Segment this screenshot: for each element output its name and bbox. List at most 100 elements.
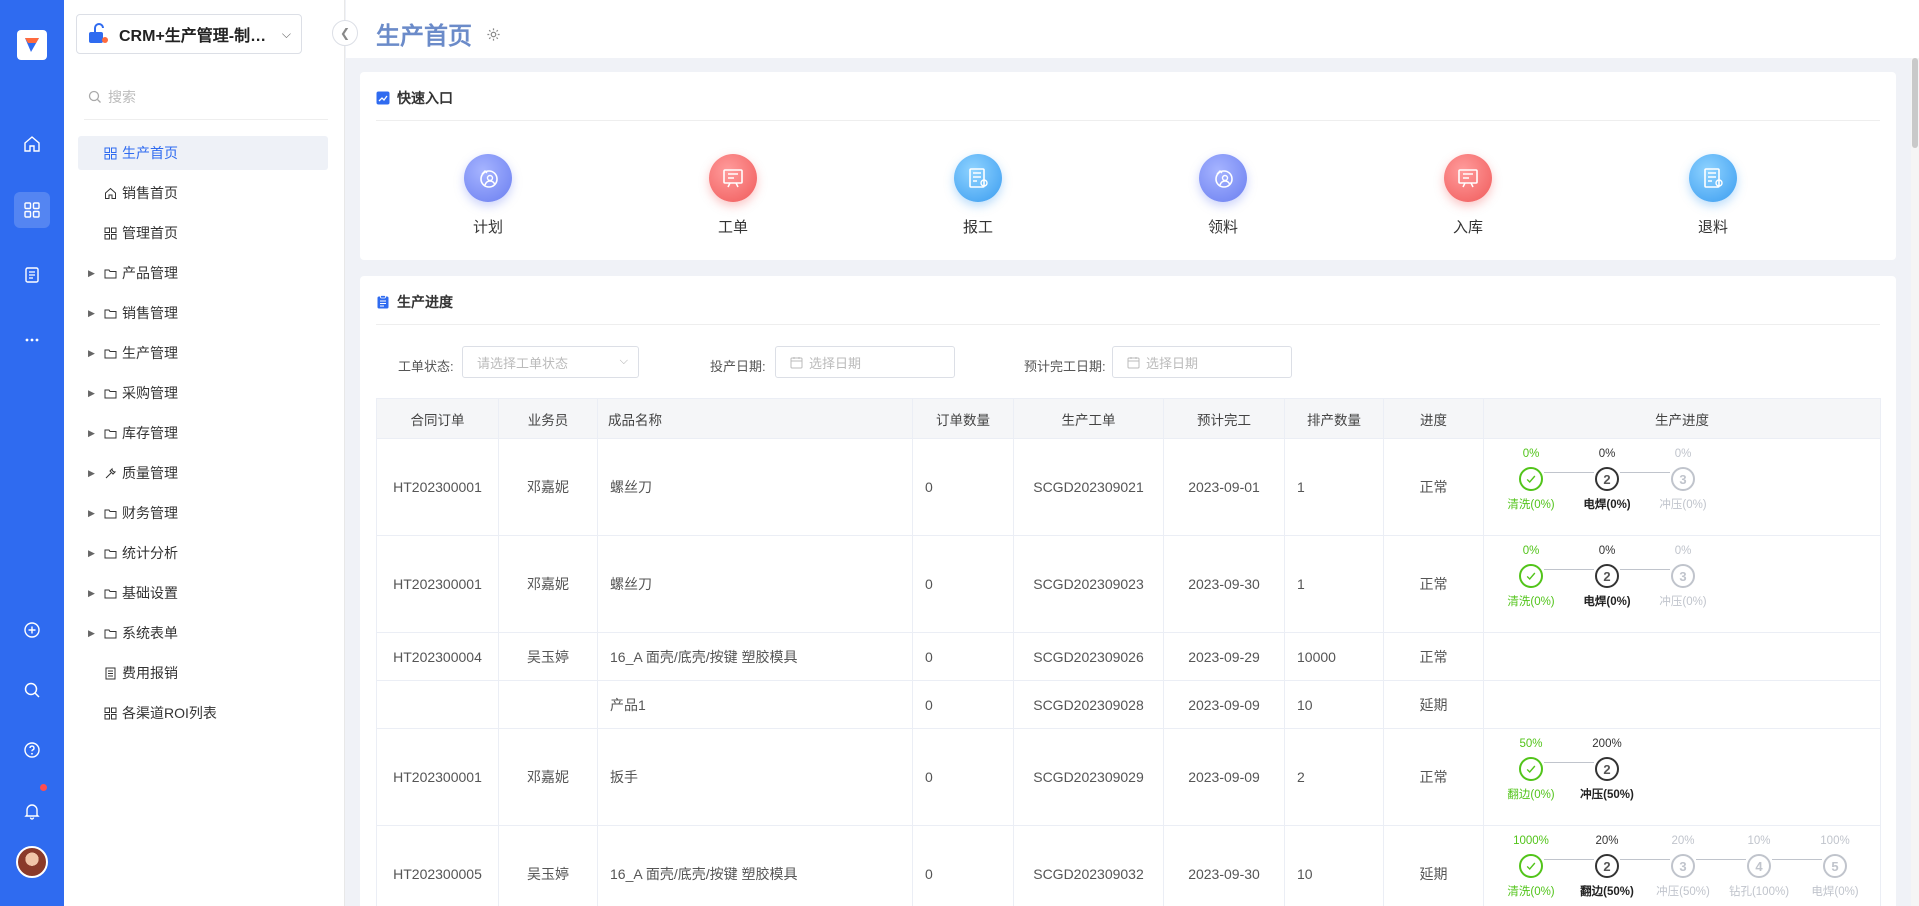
quick-entry-item-4[interactable]: 入库 (1408, 154, 1528, 237)
wrench-icon (102, 466, 118, 480)
sidebar-item-13[interactable]: 费用报销 (78, 656, 328, 690)
sidebar-item-1[interactable]: 销售首页 (78, 176, 328, 210)
process-step[interactable]: 100% 5 电焊(0%) (1800, 835, 1870, 899)
table-row[interactable]: 产品1 0 SCGD202309028 2023-09-09 10 延期 (376, 680, 1881, 729)
cell-sched: 2 (1284, 728, 1384, 826)
sidebar-item-4[interactable]: ▶ 销售管理 (78, 296, 328, 330)
quick-entry-item-5[interactable]: 退料 (1653, 154, 1773, 237)
bell-icon[interactable] (14, 793, 50, 829)
step-percent: 0% (1674, 545, 1692, 557)
filter-bar: 工单状态: 请选择工单状态 ⌵ 投产日期: 选择日期 预计完工日期: 选择日期 (360, 346, 1896, 382)
material-return-icon (1689, 154, 1737, 202)
cell-status: 延期 (1383, 680, 1484, 729)
table-row[interactable]: HT202300004 吴玉婷 16_A 面壳/底壳/按键 塑胶模具 0 SCGD202… (376, 632, 1881, 681)
process-step[interactable]: 50% 翻边(0%) (1496, 738, 1566, 802)
chevron-down-icon: ⌵ (619, 355, 628, 367)
sidebar-item-0[interactable]: 生产首页 (78, 136, 328, 170)
cell-product: 螺丝刀 (597, 535, 913, 633)
step-progress: 0% 清洗(0%) 0% 2 电焊(0%) 0% 3 冲压(0%) (1496, 442, 1876, 532)
process-step[interactable]: 10% 4 钻孔(100%) (1724, 835, 1794, 899)
cell-wo: SCGD202309032 (1013, 825, 1164, 906)
main-content: 生产首页 快速入口 计划 工单 报工 领料 入库 退料 生产进度 工单状态: 请选择工单状… (346, 0, 1919, 906)
home-icon[interactable] (14, 126, 50, 162)
gear-icon[interactable] (486, 27, 501, 42)
home-icon (102, 186, 118, 200)
process-step[interactable]: 0% 清洗(0%) (1496, 448, 1566, 512)
cell-product: 产品1 (597, 680, 913, 729)
process-step[interactable]: 0% 清洗(0%) (1496, 545, 1566, 609)
column-header[interactable]: 生产工单 (1013, 398, 1164, 439)
check-icon (1519, 854, 1543, 878)
process-step[interactable]: 0% 3 冲压(0%) (1648, 448, 1718, 512)
status-select[interactable]: 请选择工单状态 ⌵ (462, 346, 639, 378)
sidebar-item-12[interactable]: ▶ 系统表单 (78, 616, 328, 650)
more-icon[interactable] (14, 322, 50, 358)
check-icon (1519, 467, 1543, 491)
material-pick-icon (1199, 154, 1247, 202)
calendar-icon (790, 356, 803, 368)
add-circle-icon[interactable] (14, 612, 50, 648)
app-logo-icon[interactable] (17, 30, 47, 60)
quick-entry-item-1[interactable]: 工单 (673, 154, 793, 237)
table-row[interactable]: HT202300005 吴玉婷 16_A 面壳/底壳/按键 塑胶模具 0 SCGD202… (376, 825, 1881, 906)
cell-sales: 邓嘉妮 (498, 728, 598, 826)
process-step[interactable]: 0% 2 电焊(0%) (1572, 545, 1642, 609)
sidebar-item-label: 销售首页 (122, 185, 178, 201)
process-step[interactable]: 0% 3 冲压(0%) (1648, 545, 1718, 609)
folder-icon (102, 426, 118, 440)
page-scrollbar[interactable] (1911, 58, 1919, 906)
app-selector[interactable]: CRM+生产管理-制造业 ⌵ (76, 14, 302, 54)
step-connector (1620, 472, 1670, 473)
apps-grid-icon[interactable] (14, 192, 50, 228)
sidebar-item-8[interactable]: ▶ 质量管理 (78, 456, 328, 490)
collapse-sidebar-button[interactable]: ❮ (332, 20, 358, 46)
form-icon (102, 666, 118, 680)
help-icon[interactable] (14, 732, 50, 768)
column-header[interactable]: 预计完工 (1163, 398, 1285, 439)
sidebar-item-6[interactable]: ▶ 采购管理 (78, 376, 328, 410)
column-header[interactable]: 成品名称 (597, 398, 913, 439)
column-header[interactable]: 合同订单 (376, 398, 499, 439)
step-name: 冲压(50%) (1656, 886, 1710, 898)
plan-icon (464, 154, 512, 202)
step-percent: 0% (1598, 448, 1616, 460)
document-icon[interactable] (14, 257, 50, 293)
quick-entry-item-0[interactable]: 计划 (428, 154, 548, 237)
search-icon[interactable] (14, 672, 50, 708)
table-row[interactable]: HT202300001 邓嘉妮 螺丝刀 0 SCGD202309023 2023-09-3… (376, 535, 1881, 633)
sidebar-item-3[interactable]: ▶ 产品管理 (78, 256, 328, 290)
cell-finish: 2023-09-29 (1163, 632, 1285, 681)
column-header[interactable]: 进度 (1383, 398, 1484, 439)
process-step[interactable]: 200% 2 冲压(50%) (1572, 738, 1642, 802)
column-header[interactable]: 排产数量 (1284, 398, 1384, 439)
step-connector (1544, 472, 1594, 473)
table-row[interactable]: HT202300001 邓嘉妮 螺丝刀 0 SCGD202309021 2023-09-0… (376, 438, 1881, 536)
stock-in-icon (1444, 154, 1492, 202)
menu-search[interactable]: 搜索 (84, 74, 328, 120)
caret-right-icon: ▶ (88, 347, 95, 358)
finish-date-picker[interactable]: 选择日期 (1112, 346, 1292, 378)
sidebar-item-14[interactable]: 各渠道ROI列表 (78, 696, 328, 730)
caret-right-icon: ▶ (88, 547, 95, 558)
sidebar-item-label: 生产管理 (122, 345, 178, 361)
column-header[interactable]: 生产进度 (1483, 398, 1881, 439)
avatar[interactable] (16, 846, 48, 878)
sidebar-item-7[interactable]: ▶ 库存管理 (78, 416, 328, 450)
quick-entry-item-3[interactable]: 领料 (1163, 154, 1283, 237)
process-step[interactable]: 20% 2 翻边(50%) (1572, 835, 1642, 899)
process-step[interactable]: 20% 3 冲压(50%) (1648, 835, 1718, 899)
sidebar-item-9[interactable]: ▶ 财务管理 (78, 496, 328, 530)
process-step[interactable]: 1000% 清洗(0%) (1496, 835, 1566, 899)
sidebar-item-5[interactable]: ▶ 生产管理 (78, 336, 328, 370)
sidebar-item-11[interactable]: ▶ 基础设置 (78, 576, 328, 610)
quick-entry-label: 入库 (1452, 219, 1483, 236)
icon-rail (0, 0, 64, 906)
start-date-picker[interactable]: 选择日期 (775, 346, 955, 378)
column-header[interactable]: 订单数量 (912, 398, 1014, 439)
sidebar-item-10[interactable]: ▶ 统计分析 (78, 536, 328, 570)
sidebar-item-2[interactable]: 管理首页 (78, 216, 328, 250)
quick-entry-item-2[interactable]: 报工 (918, 154, 1038, 237)
process-step[interactable]: 0% 2 电焊(0%) (1572, 448, 1642, 512)
table-row[interactable]: HT202300001 邓嘉妮 扳手 0 SCGD202309029 2023-09-09… (376, 728, 1881, 826)
column-header[interactable]: 业务员 (498, 398, 598, 439)
